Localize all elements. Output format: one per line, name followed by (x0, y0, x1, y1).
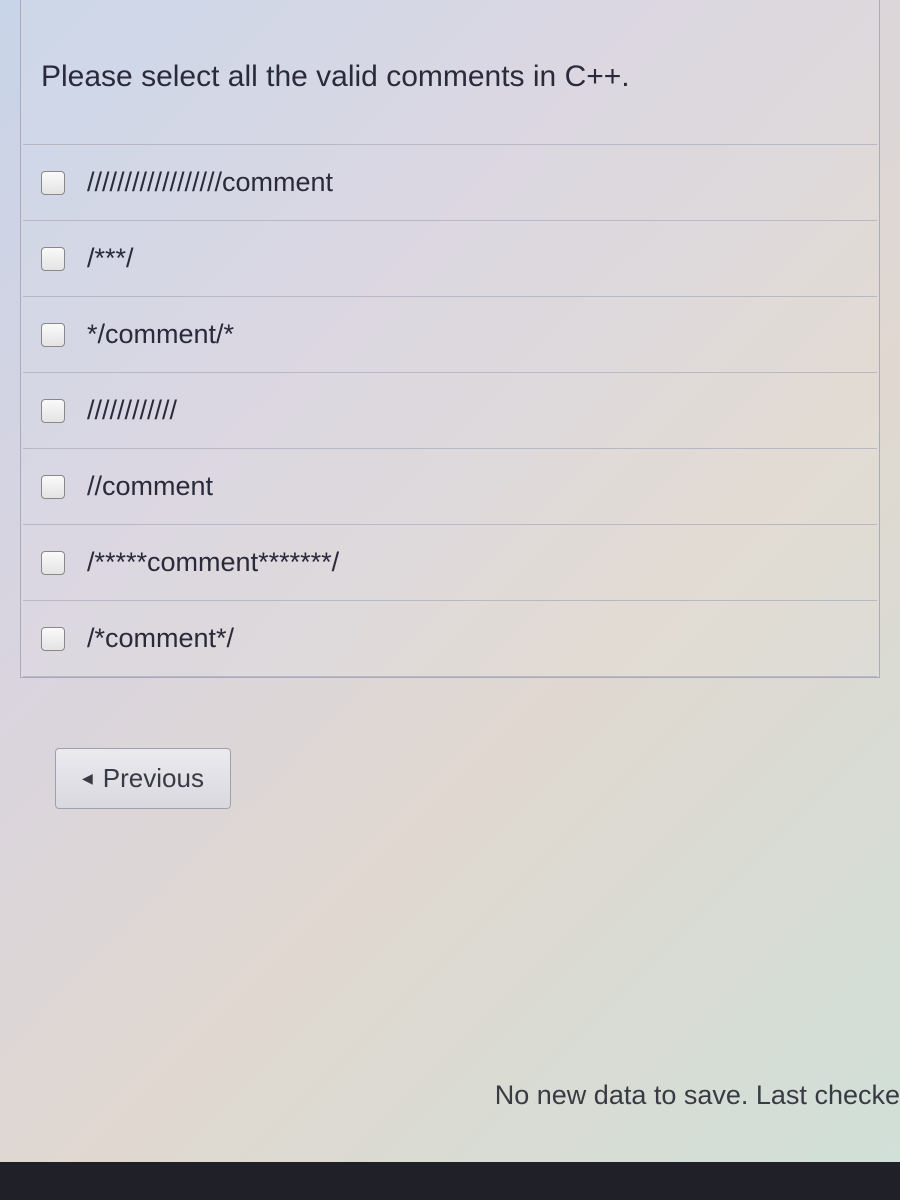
checkbox[interactable] (41, 475, 65, 499)
nav-row: ◀ Previous (55, 748, 900, 809)
left-triangle-icon: ◀ (82, 770, 93, 787)
checkbox[interactable] (41, 247, 65, 271)
option-label: /*comment*/ (87, 623, 234, 654)
option-label: //////////// (87, 395, 177, 426)
option-row[interactable]: //////////////////comment (23, 144, 877, 220)
option-label: */comment/* (87, 319, 234, 350)
previous-button-label: Previous (103, 763, 204, 794)
option-row[interactable]: */comment/* (23, 296, 877, 372)
option-row[interactable]: //comment (23, 448, 877, 524)
question-prompt: Please select all the valid comments in … (41, 60, 859, 94)
option-row[interactable]: /***/ (23, 220, 877, 296)
question-panel: Please select all the valid comments in … (20, 0, 880, 678)
option-row[interactable]: //////////// (23, 372, 877, 448)
checkbox[interactable] (41, 399, 65, 423)
options-list: //////////////////comment /***/ */commen… (23, 144, 877, 677)
option-row[interactable]: /*****comment*******/ (23, 524, 877, 600)
option-label: /*****comment*******/ (87, 547, 339, 578)
checkbox[interactable] (41, 171, 65, 195)
option-label: //comment (87, 471, 213, 502)
option-label: //////////////////comment (87, 167, 333, 198)
taskbar (0, 1162, 900, 1200)
checkbox[interactable] (41, 323, 65, 347)
option-label: /***/ (87, 243, 134, 274)
save-status-text: No new data to save. Last checke (495, 1080, 900, 1111)
checkbox[interactable] (41, 627, 65, 651)
option-row[interactable]: /*comment*/ (23, 600, 877, 677)
checkbox[interactable] (41, 551, 65, 575)
previous-button[interactable]: ◀ Previous (55, 748, 231, 809)
